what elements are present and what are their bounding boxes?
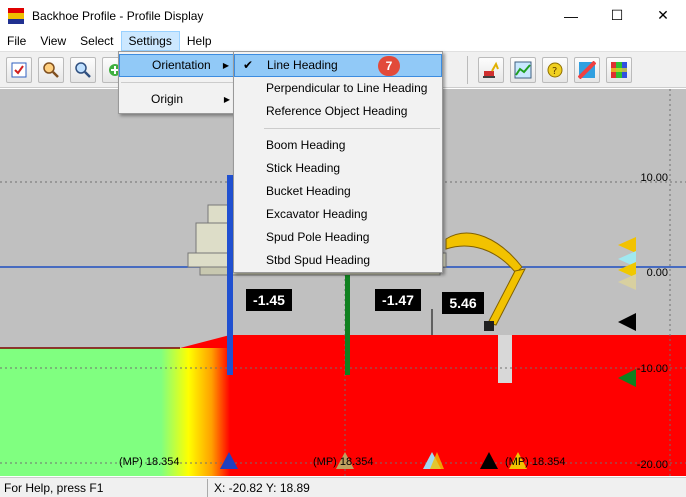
menu-stbd-spud-heading[interactable]: Stbd Spud Heading [234,249,442,272]
step-badge: 7 [378,56,400,76]
trench-cut [498,335,512,383]
close-button[interactable]: ✕ [640,0,686,31]
depth-label: 0.00 [647,267,668,279]
depth-value-label: -1.47 [382,292,414,308]
minimize-button[interactable]: — [548,0,594,31]
orientation-submenu: ✔ Line Heading 7 Perpendicular to Line H… [233,51,443,273]
menu-perpendicular-heading[interactable]: Perpendicular to Line Heading [234,77,442,100]
status-coordinates: X: -20.82 Y: 18.89 [214,480,310,495]
menu-bar: File View Select Settings Help [0,31,686,51]
toolbar-separator [467,55,468,84]
seabed-area [230,335,686,476]
menu-bucket-heading[interactable]: Bucket Heading [234,180,442,203]
menu-separator [121,82,236,83]
window-title: Backhoe Profile - Profile Display [32,8,204,23]
menu-help[interactable]: Help [180,31,219,51]
menu-origin[interactable]: Origin ▶ [119,88,238,111]
depth-label: 10.00 [640,172,668,184]
depth-value-label: -1.45 [253,292,285,308]
menu-select[interactable]: Select [73,31,120,51]
menu-orientation[interactable]: Orientation ▶ [119,54,238,77]
status-bar: For Help, press F1 X: -20.82 Y: 18.89 [0,477,686,497]
depth-label: -20.00 [637,459,668,471]
spud-pole-stbd [345,275,350,375]
menu-reference-object-heading[interactable]: Reference Object Heading [234,100,442,123]
depth-value-label: 5.46 [449,295,476,311]
checklist-icon[interactable] [6,56,32,83]
gradient-icon[interactable] [574,56,600,83]
depth-label: -10.00 [637,363,668,375]
title-bar: Backhoe Profile - Profile Display — ☐ ✕ [0,0,686,31]
menu-spud-pole-heading[interactable]: Spud Pole Heading [234,226,442,249]
tide-icon[interactable]: ? [542,56,568,83]
zoom-window-icon[interactable] [70,56,96,83]
submenu-arrow-icon: ▶ [222,61,229,70]
menu-line-heading-label: Line Heading [267,58,338,72]
chart-icon[interactable] [510,56,536,83]
menu-stick-heading[interactable]: Stick Heading [234,157,442,180]
stick-arm [487,268,526,326]
color-palette-icon[interactable] [606,56,632,83]
menu-view[interactable]: View [33,31,73,51]
menu-origin-label: Origin [151,92,184,106]
mp-label: (MP) 18.354 [505,456,566,468]
mp-label: (MP) 18.354 [119,456,180,468]
menu-orientation-label: Orientation [152,58,211,72]
zoom-icon[interactable] [38,56,64,83]
checkmark-icon: ✔ [243,58,254,72]
maximize-button[interactable]: ☐ [594,0,640,31]
svg-text:?: ? [552,66,557,77]
menu-line-heading[interactable]: ✔ Line Heading 7 [234,54,442,77]
settings-menu: Orientation ▶ Origin ▶ [118,51,239,114]
app-icon [8,7,24,24]
menu-settings[interactable]: Settings [120,31,180,51]
menu-boom-heading[interactable]: Boom Heading [234,134,442,157]
status-help-text: For Help, press F1 [0,478,208,497]
submenu-arrow-icon: ▶ [223,95,230,104]
shoreline-gradient [0,348,230,476]
menu-excavator-heading[interactable]: Excavator Heading [234,203,442,226]
menu-separator [264,128,440,129]
menu-file[interactable]: File [0,31,33,51]
mp-label: (MP) 18.354 [313,456,374,468]
excavator-icon[interactable] [478,56,504,83]
